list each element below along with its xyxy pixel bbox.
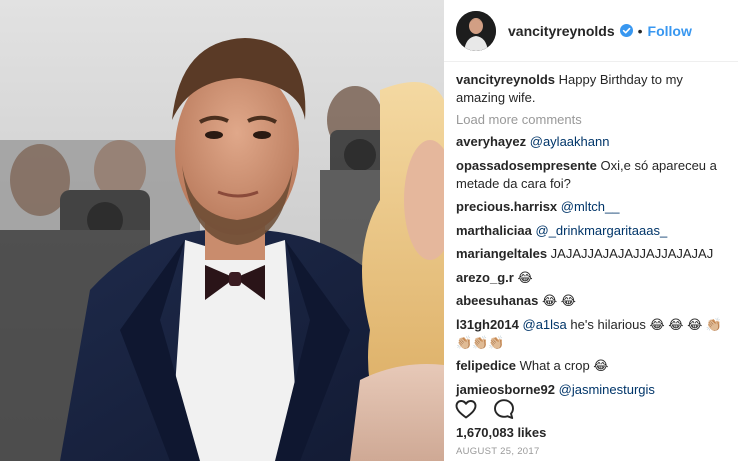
comment-text: What a crop 😂 xyxy=(519,358,609,373)
verified-badge-icon xyxy=(619,24,633,37)
comment-mention[interactable]: @aylaakhann xyxy=(530,134,610,149)
comment-username[interactable]: felipedice xyxy=(456,358,516,373)
caption-username[interactable]: vancityreynolds xyxy=(456,72,555,87)
follow-button[interactable]: Follow xyxy=(648,23,692,39)
post-actions xyxy=(454,396,530,422)
comment-mention[interactable]: @a1lsa xyxy=(523,317,567,332)
heart-outline-icon[interactable] xyxy=(454,397,478,421)
comment-username[interactable]: jamieosborne92 xyxy=(456,382,555,397)
avatar-image xyxy=(456,10,496,51)
comment-item: felipedice What a crop 😂 xyxy=(456,357,732,375)
comment-username[interactable]: marthaliciaa xyxy=(456,223,532,238)
comment-username[interactable]: opassadosempresente xyxy=(456,158,597,173)
comment-text: 😂 😂 xyxy=(542,293,576,308)
avatar[interactable] xyxy=(456,10,496,51)
comment-item: opassadosempresente Oxi,e só apareceu a … xyxy=(456,157,732,193)
comment-text: 😂 xyxy=(517,269,533,285)
username-link[interactable]: vancityreynolds xyxy=(508,23,615,39)
comment-username[interactable]: mariangeltales xyxy=(456,246,547,261)
comment-username[interactable]: abeesuhanas xyxy=(456,293,538,308)
comment-item: marthaliciaa @_drinkmargaritaaas_ xyxy=(456,222,732,240)
separator-dot: • xyxy=(637,22,643,39)
comment-item: precious.harrisx @mltch__ xyxy=(456,198,732,216)
comment-item: abeesuhanas 😂 😂 xyxy=(456,292,732,310)
comment-item: l31gh2014 @a1lsa he's hilarious 😂 😂 😂 👏🏼… xyxy=(456,316,732,352)
comment-username[interactable]: l31gh2014 xyxy=(456,317,519,332)
post-side-panel: vancityreynolds • Follow vancityreynolds… xyxy=(444,0,738,461)
caption: vancityreynolds Happy Birthday to my ama… xyxy=(456,71,732,107)
post-photo[interactable] xyxy=(0,0,444,461)
comment-username[interactable]: precious.harrisx xyxy=(456,199,557,214)
comment-mention[interactable]: @jasminesturgis xyxy=(559,382,655,397)
comment-mention[interactable]: @_drinkmargaritaaas_ xyxy=(536,223,668,238)
load-more-comments-button[interactable]: Load more comments xyxy=(456,111,732,129)
comment-mention[interactable]: @mltch__ xyxy=(561,199,620,214)
photo-illustration xyxy=(0,0,444,461)
comment-text: JAJAJJAJAJAJJAJJAJAJAJ xyxy=(550,246,714,261)
speech-bubble-icon[interactable] xyxy=(492,397,516,421)
comment-item: arezo_g.r 😂 xyxy=(456,269,732,287)
comment-item: mariangeltales JAJAJJAJAJAJJAJJAJAJAJ xyxy=(456,245,732,263)
comment-username[interactable]: averyhayez xyxy=(456,134,526,149)
comment-item: averyhayez @aylaakhann xyxy=(456,133,732,151)
post-date[interactable]: AUGUST 25, 2017 xyxy=(456,446,540,457)
likes-count[interactable]: 1,670,083 likes xyxy=(456,425,546,440)
comment-username[interactable]: arezo_g.r xyxy=(456,270,514,285)
post-header: vancityreynolds • Follow xyxy=(444,0,738,62)
comments-list: vancityreynolds Happy Birthday to my ama… xyxy=(456,71,732,404)
